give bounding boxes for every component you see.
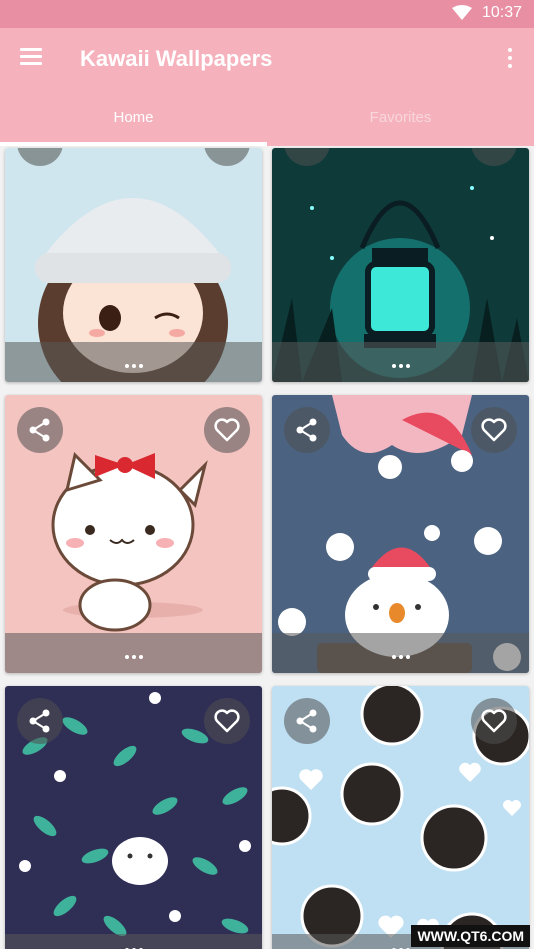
favorite-button[interactable] bbox=[471, 407, 517, 453]
wifi-icon bbox=[451, 5, 472, 20]
wallpaper-card[interactable] bbox=[272, 686, 529, 949]
favorite-button[interactable] bbox=[204, 698, 250, 744]
more-horiz-icon[interactable] bbox=[391, 655, 410, 659]
card-bar bbox=[5, 342, 262, 382]
share-icon bbox=[29, 709, 50, 733]
card-bar bbox=[5, 633, 262, 673]
card-bar bbox=[5, 934, 262, 949]
watermark: WWW.QT6.COM bbox=[411, 925, 530, 947]
share-icon bbox=[296, 418, 317, 442]
card-bar bbox=[272, 342, 529, 382]
more-horiz-icon[interactable] bbox=[124, 364, 143, 368]
favorite-button[interactable] bbox=[204, 407, 250, 453]
more-vert-icon[interactable] bbox=[508, 48, 514, 72]
tab-favorites[interactable]: Favorites bbox=[267, 100, 534, 146]
heart-outline-icon bbox=[481, 418, 507, 442]
app-bar: Kawaii Wallpapers Home Favorites bbox=[0, 28, 534, 146]
share-button[interactable] bbox=[17, 407, 63, 453]
wallpaper-card[interactable] bbox=[5, 148, 262, 382]
card-bar bbox=[272, 633, 529, 673]
heart-outline-icon bbox=[214, 418, 240, 442]
tab-home[interactable]: Home bbox=[0, 100, 267, 146]
share-button[interactable] bbox=[17, 698, 63, 744]
wallpaper-grid[interactable] bbox=[0, 146, 534, 949]
status-bar: 10:37 bbox=[0, 0, 534, 28]
wallpaper-card[interactable] bbox=[272, 395, 529, 673]
share-icon bbox=[296, 709, 317, 733]
share-button[interactable] bbox=[284, 698, 330, 744]
hamburger-icon[interactable] bbox=[20, 48, 42, 68]
favorite-button[interactable] bbox=[471, 698, 517, 744]
wallpaper-card[interactable] bbox=[5, 686, 262, 949]
more-horiz-icon[interactable] bbox=[391, 364, 410, 368]
heart-outline-icon bbox=[214, 709, 240, 733]
app-title: Kawaii Wallpapers bbox=[80, 46, 273, 71]
more-horiz-icon[interactable] bbox=[124, 655, 143, 659]
wallpaper-card[interactable] bbox=[5, 395, 262, 673]
wallpaper-card[interactable] bbox=[272, 148, 529, 382]
share-icon bbox=[29, 418, 50, 442]
heart-outline-icon bbox=[481, 709, 507, 733]
share-button[interactable] bbox=[284, 407, 330, 453]
tab-bar: Home Favorites bbox=[0, 100, 534, 146]
status-time: 10:37 bbox=[481, 4, 522, 21]
